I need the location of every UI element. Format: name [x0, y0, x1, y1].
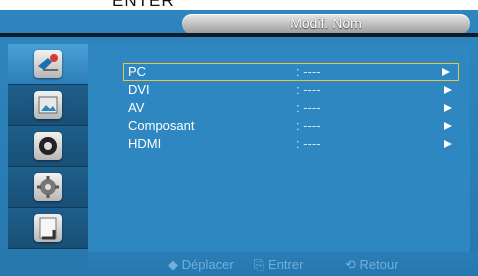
sidebar-item-picture[interactable]: [8, 85, 88, 126]
list-item-label: HDMI: [128, 136, 162, 151]
arrow-right-icon: [442, 68, 450, 76]
input-settings-icon: [34, 50, 62, 78]
arrow-right-icon: [444, 86, 452, 94]
list-item-av[interactable]: AV : ----: [124, 100, 460, 116]
sidebar-item-setup[interactable]: [8, 167, 88, 208]
return-icon: ⟲: [345, 257, 356, 272]
enter-hint: ⎘ Entrer: [254, 257, 303, 273]
move-hint: ◆ Déplacer: [168, 257, 234, 273]
arrow-right-icon: [444, 140, 452, 148]
list-item-value: : ----: [296, 100, 321, 115]
return-hint: ⟲ Retour: [345, 257, 399, 273]
arrow-right-icon: [444, 104, 452, 112]
picture-icon: [34, 91, 62, 119]
list-item-label: DVI: [128, 82, 150, 97]
sidebar-item-multiscreen[interactable]: [8, 208, 88, 249]
list-item-value: : ----: [296, 136, 321, 151]
sound-icon: [34, 132, 62, 160]
top-cut-text: ENTER: [112, 0, 175, 10]
list-item-pc[interactable]: PC : ----: [123, 63, 459, 81]
list-item-value: : ----: [296, 82, 321, 97]
setup-gear-icon: [34, 173, 62, 201]
list-item-value: : ----: [296, 64, 321, 79]
sidebar: [8, 44, 88, 262]
enter-icon: ⎘: [254, 257, 265, 272]
content-area: PC : ---- DVI : ---- AV : ---- Composant…: [88, 44, 470, 252]
list-item-dvi[interactable]: DVI : ----: [124, 82, 460, 98]
list-item-composant[interactable]: Composant : ----: [124, 118, 460, 134]
list-item-label: PC: [128, 64, 147, 79]
header-divider: [0, 33, 478, 37]
sidebar-item-input[interactable]: [8, 44, 88, 85]
updown-arrows-icon: ◆: [168, 257, 178, 272]
list-item-label: Composant: [128, 118, 195, 133]
multiscreen-icon: [34, 214, 62, 242]
top-cut-text-strip: ENTER: [0, 0, 478, 10]
list-item-hdmi[interactable]: HDMI : ----: [124, 136, 460, 152]
page-title: Modif. Nom: [290, 15, 362, 31]
footer-hints: ◆ Déplacer ⎘ Entrer ⟲ Retour: [88, 252, 478, 276]
arrow-right-icon: [444, 122, 452, 130]
move-label: Déplacer: [181, 257, 234, 272]
return-label: Retour: [359, 257, 399, 272]
enter-label: Entrer: [268, 257, 304, 272]
sidebar-item-sound[interactable]: [8, 126, 88, 167]
list-item-label: AV: [128, 100, 145, 115]
list-item-value: : ----: [296, 118, 321, 133]
